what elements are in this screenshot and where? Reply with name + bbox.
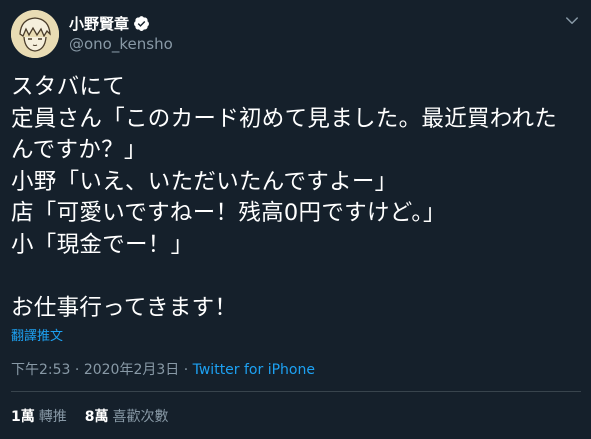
tweet-line: お仕事行ってきます！ (11, 294, 238, 321)
tweet-line: スタバにて (11, 74, 126, 100)
likes-label: 喜歡次數 (112, 409, 169, 425)
author-handle[interactable]: @ono_kensho (69, 35, 173, 53)
meta-separator: · (183, 362, 189, 378)
tweet-line: 小野「いえ、いただいたんですよー」 (11, 168, 398, 195)
display-name[interactable]: 小野賢章 (69, 13, 129, 34)
tweet-time[interactable]: 下午2:53 (11, 362, 70, 378)
avatar[interactable] (11, 10, 59, 58)
avatar-illustration (11, 10, 59, 58)
tweet-stats: 1萬 轉推 8萬 喜歡次數 (11, 406, 169, 426)
tweet-text: スタバにて 定員さん「このカード初めて見ました。最近買われた んですか？」 小野… (11, 72, 581, 324)
retweets-count: 1萬 (11, 409, 35, 425)
translate-tweet-link[interactable]: 翻譯推文 (11, 325, 63, 344)
tweet-line: 小「現金でー！」 (11, 231, 194, 258)
verified-badge-icon (133, 15, 150, 32)
retweets-label: 轉推 (38, 409, 67, 425)
likes-count: 8萬 (84, 409, 109, 425)
tweet-header: 小野賢章 @ono_kensho (11, 10, 581, 58)
tweet-line: んですか？」 (11, 137, 147, 163)
tweet-source-link[interactable]: Twitter for iPhone (193, 362, 315, 378)
likes-stat[interactable]: 8萬 喜歡次數 (85, 406, 169, 426)
divider (11, 391, 581, 392)
retweets-stat[interactable]: 1萬 轉推 (11, 406, 67, 426)
tweet-line: 店「可愛いですねー！残高0円ですけど。」 (11, 200, 446, 226)
display-name-row: 小野賢章 (69, 13, 173, 33)
author-names: 小野賢章 @ono_kensho (69, 13, 173, 54)
meta-separator: · (74, 362, 80, 378)
tweet-meta: 下午2:53 · 2020年2月3日 · Twitter for iPhone (11, 359, 315, 379)
tweet-card: 小野賢章 @ono_kensho スタバにて 定員さん「このカード初めて見ました… (0, 0, 591, 439)
chevron-down-icon[interactable] (563, 12, 581, 30)
tweet-date[interactable]: 2020年2月3日 (84, 362, 179, 378)
tweet-line: 定員さん「このカード初めて見ました。最近買われた (11, 105, 558, 132)
